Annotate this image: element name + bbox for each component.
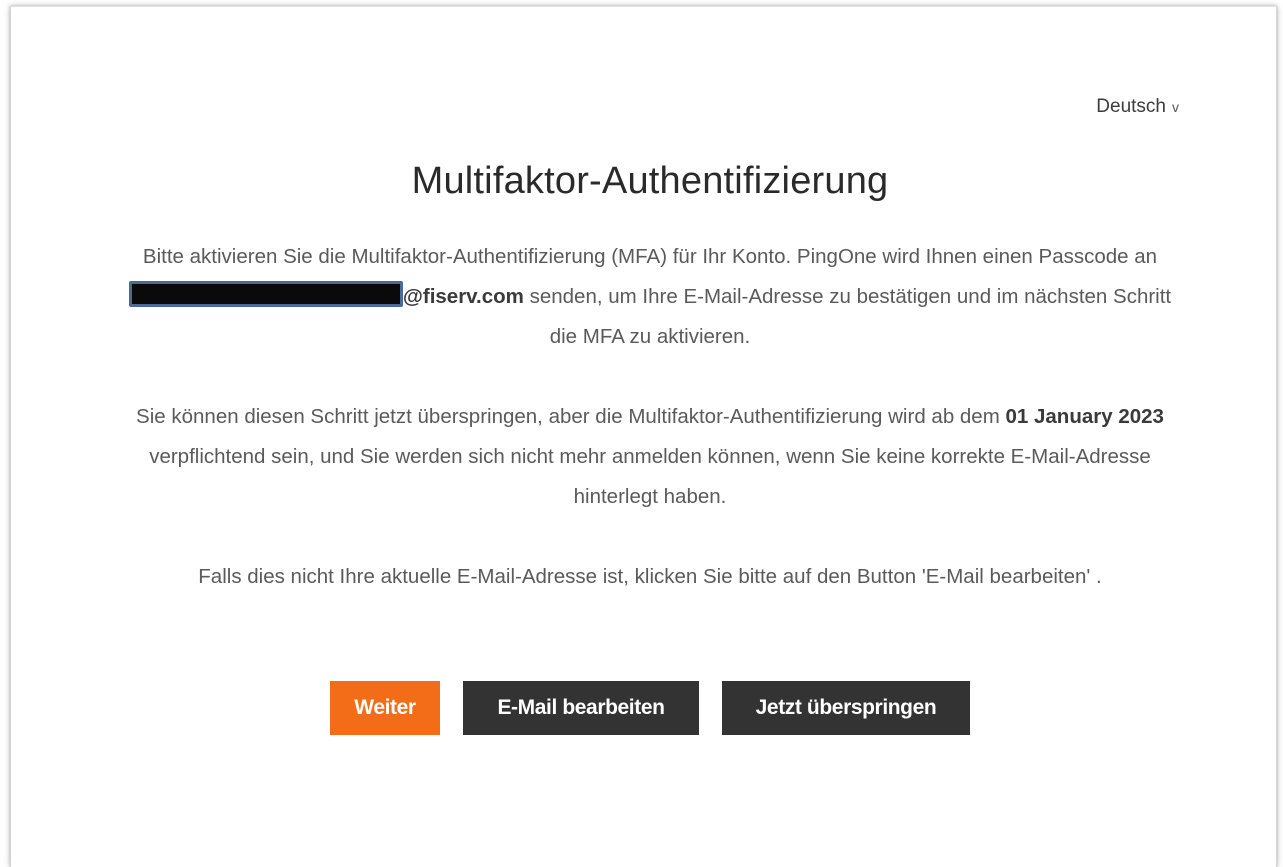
edit-email-button[interactable]: E-Mail bearbeiten xyxy=(463,681,699,735)
skip-info-text-end: verpflichtend sein, und Sie werden sich … xyxy=(149,445,1151,508)
intro-paragraph: Bitte aktivieren Sie die Multifaktor-Aut… xyxy=(118,237,1182,357)
deadline-date: 01 January 2023 xyxy=(1005,405,1164,428)
edit-hint-paragraph: Falls dies nicht Ihre aktuelle E-Mail-Ad… xyxy=(198,565,1102,588)
skip-info-text-start: Sie können diesen Schritt jetzt überspri… xyxy=(136,405,1006,428)
page-title: Multifaktor-Authentifizierung xyxy=(411,160,889,202)
redacted-email-user xyxy=(128,281,403,307)
language-selector[interactable]: Deutsch v xyxy=(1096,96,1179,118)
chevron-down-icon: v xyxy=(1172,99,1179,115)
language-label: Deutsch xyxy=(1096,96,1166,117)
intro-text-end: senden, um Ihre E-Mail-Adresse zu bestät… xyxy=(523,285,1172,348)
continue-button[interactable]: Weiter xyxy=(330,681,440,735)
skip-now-button[interactable]: Jetzt überspringen xyxy=(722,681,970,735)
skip-info-paragraph: Sie können diesen Schritt jetzt überspri… xyxy=(118,397,1182,517)
email-domain: @fiserv.com xyxy=(402,285,524,308)
intro-text-start: Bitte aktivieren Sie die Multifaktor-Aut… xyxy=(142,245,1158,268)
